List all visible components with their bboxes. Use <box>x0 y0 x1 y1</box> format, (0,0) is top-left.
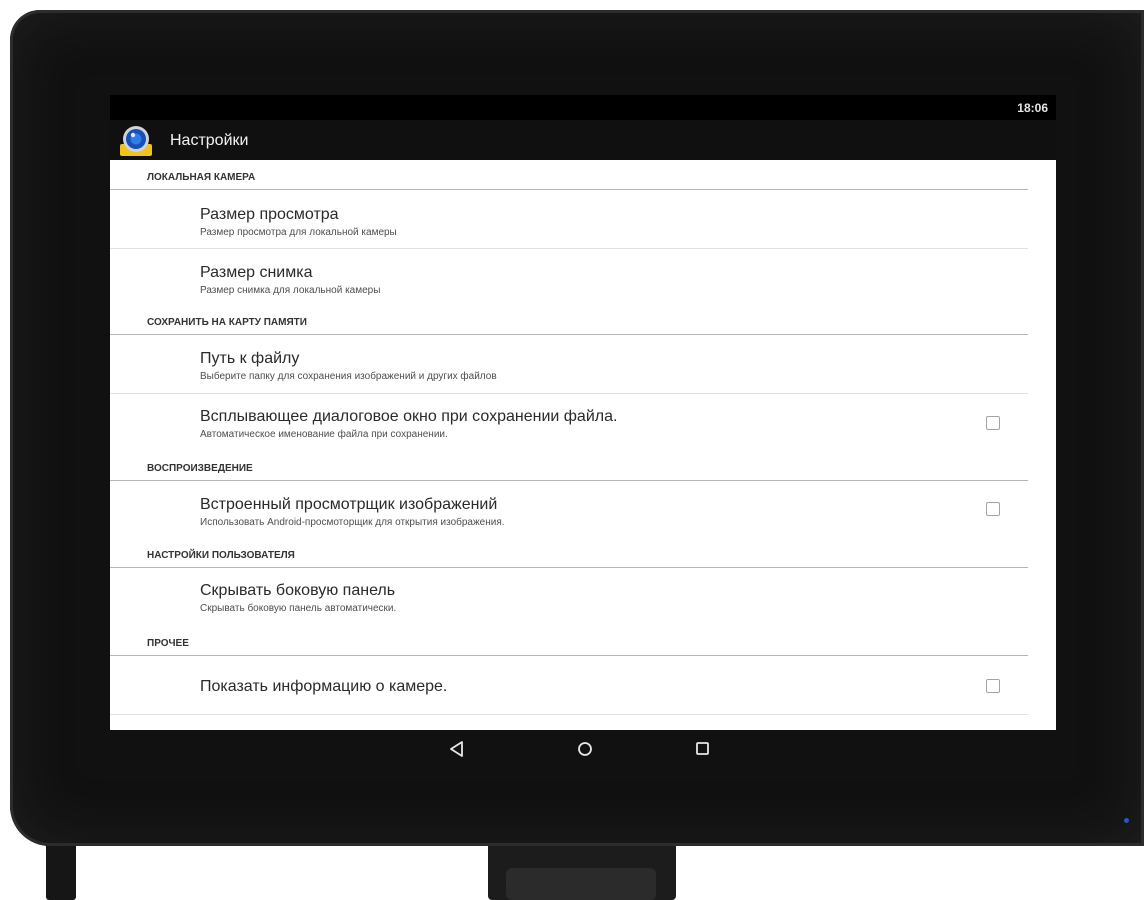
section-header-local-camera: ЛОКАЛЬНАЯ КАМЕРА <box>110 160 1028 190</box>
section-header-user-settings: НАСТРОЙКИ ПОЛЬЗОВАТЕЛЯ <box>110 538 1028 568</box>
camera-info-checkbox[interactable] <box>986 679 1000 693</box>
status-led <box>1124 818 1129 823</box>
setting-summary: Размер просмотра для локальной камеры <box>200 227 397 238</box>
setting-summary: Использовать Android-просмоторщик для от… <box>200 517 505 528</box>
section-header-other: ПРОЧЕЕ <box>110 626 1028 656</box>
setting-camera-info[interactable]: Показать информацию о камере. <box>110 656 1028 715</box>
camera-app-icon[interactable] <box>119 124 153 158</box>
builtin-viewer-checkbox[interactable] <box>986 502 1000 516</box>
save-dialog-checkbox[interactable] <box>986 416 1000 430</box>
setting-preview-size[interactable]: Размер просмотра Размер просмотра для ло… <box>110 190 1028 249</box>
status-bar: 18:06 <box>110 95 1056 120</box>
setting-title: Путь к файлу <box>200 350 300 367</box>
power-cable <box>46 840 76 900</box>
setting-title: Показать информацию о камере. <box>200 678 448 695</box>
section-header-playback: ВОСПРОИЗВЕДЕНИЕ <box>110 451 1028 481</box>
tablet-screen: 18:06 Настройки ЛОКАЛЬНАЯ КАМЕРА Размер … <box>110 95 1056 730</box>
setting-save-dialog[interactable]: Всплывающее диалоговое окно при сохранен… <box>110 394 1028 451</box>
tablet-stand <box>488 838 676 900</box>
setting-hide-sidebar[interactable]: Скрывать боковую панель Скрывать боковую… <box>110 568 1028 626</box>
home-icon[interactable] <box>574 738 596 760</box>
recents-icon[interactable] <box>692 738 714 760</box>
setting-summary: Размер снимка для локальной камеры <box>200 285 381 296</box>
setting-summary: Скрывать боковую панель автоматически. <box>200 603 397 614</box>
stand-ring <box>506 868 656 900</box>
setting-file-path[interactable]: Путь к файлу Выберите папку для сохранен… <box>110 335 1028 394</box>
action-bar: Настройки <box>110 120 1056 160</box>
back-icon[interactable] <box>446 738 468 760</box>
settings-list: ЛОКАЛЬНАЯ КАМЕРА Размер просмотра Размер… <box>110 160 1056 715</box>
setting-title: Размер просмотра <box>200 206 339 223</box>
setting-snapshot-size[interactable]: Размер снимка Размер снимка для локально… <box>110 249 1028 305</box>
status-clock: 18:06 <box>1017 101 1048 115</box>
setting-builtin-viewer[interactable]: Встроенный просмотрщик изображений Испол… <box>110 481 1028 538</box>
setting-title: Размер снимка <box>200 264 313 281</box>
setting-summary: Автоматическое именование файла при сохр… <box>200 429 448 440</box>
setting-title: Всплывающее диалоговое окно при сохранен… <box>200 408 618 425</box>
setting-title: Встроенный просмотрщик изображений <box>200 496 498 513</box>
section-header-save-to-card: СОХРАНИТЬ НА КАРТУ ПАМЯТИ <box>110 305 1028 335</box>
setting-title: Скрывать боковую панель <box>200 582 396 599</box>
page-title: Настройки <box>170 132 249 149</box>
navigation-bar <box>110 730 1056 768</box>
setting-summary: Выберите папку для сохранения изображени… <box>200 371 497 382</box>
